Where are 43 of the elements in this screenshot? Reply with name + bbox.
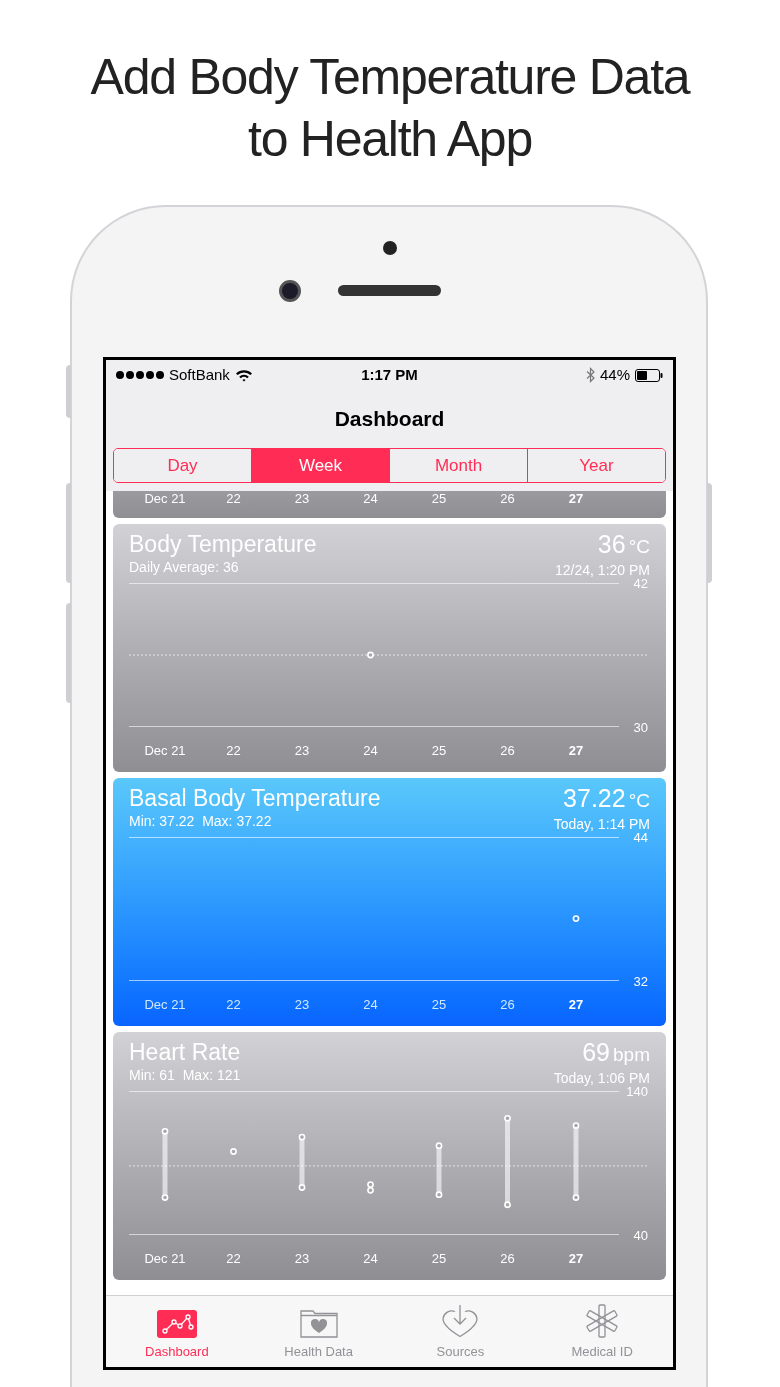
axis-label: 30 — [633, 719, 648, 735]
card-subtitle: Min: 37.22 Max: 37.22 — [129, 812, 273, 830]
axis-label: 26 — [500, 743, 515, 759]
headline-text: to Health App — [248, 110, 532, 169]
axis-label: 26 — [500, 491, 515, 507]
axis-label: Dec 21 — [144, 1251, 186, 1267]
carrier-name: SoftBank — [169, 364, 230, 385]
axis-label: 22 — [226, 743, 241, 759]
axis-label: Dec 21 — [144, 491, 186, 507]
axis-label: 24 — [363, 1251, 378, 1267]
card-subtitle: Min: 61 Max: 121 — [129, 1066, 241, 1084]
axis-label: 23 — [294, 743, 310, 759]
axis-label: 22 — [226, 997, 241, 1013]
axis-label: 25 — [431, 491, 447, 507]
axis-label: 27 — [568, 1251, 584, 1267]
axis-label: 27 — [568, 491, 584, 507]
axis-label: 40 — [633, 1227, 648, 1243]
card-subtitle: Daily Average: 36 — [129, 558, 240, 576]
axis-label: 22 — [226, 1251, 241, 1267]
axis-label: 32 — [633, 973, 648, 989]
card-title: Basal Body Temperature — [129, 784, 381, 812]
axis-label: Dec 21 — [144, 997, 186, 1013]
axis-label: 24 — [363, 997, 378, 1013]
axis-label: 24 — [363, 743, 378, 759]
reading-unit: °C — [628, 789, 650, 813]
axis-label: 27 — [568, 743, 584, 759]
axis-label: 24 — [363, 491, 378, 507]
axis-label: Dec 21 — [144, 743, 186, 759]
axis-label: 23 — [294, 1251, 310, 1267]
axis-label: 25 — [431, 997, 447, 1013]
axis-label: 26 — [500, 997, 515, 1013]
nav-title: Dashboard — [334, 406, 445, 433]
axis-label: 22 — [226, 491, 241, 507]
axis-label: 27 — [568, 997, 584, 1013]
axis-label: 23 — [294, 491, 310, 507]
battery-percent: 44% — [599, 364, 630, 385]
axis-label: 23 — [294, 997, 310, 1013]
clock-time: 1:17 PM — [361, 364, 418, 385]
headline-text: Add Body Temperature Data — [90, 48, 690, 107]
reading-value: 37.22 — [563, 784, 626, 812]
axis-label: 25 — [431, 1251, 447, 1267]
axis-label: 26 — [500, 1251, 515, 1267]
axis-label: 25 — [431, 743, 447, 759]
